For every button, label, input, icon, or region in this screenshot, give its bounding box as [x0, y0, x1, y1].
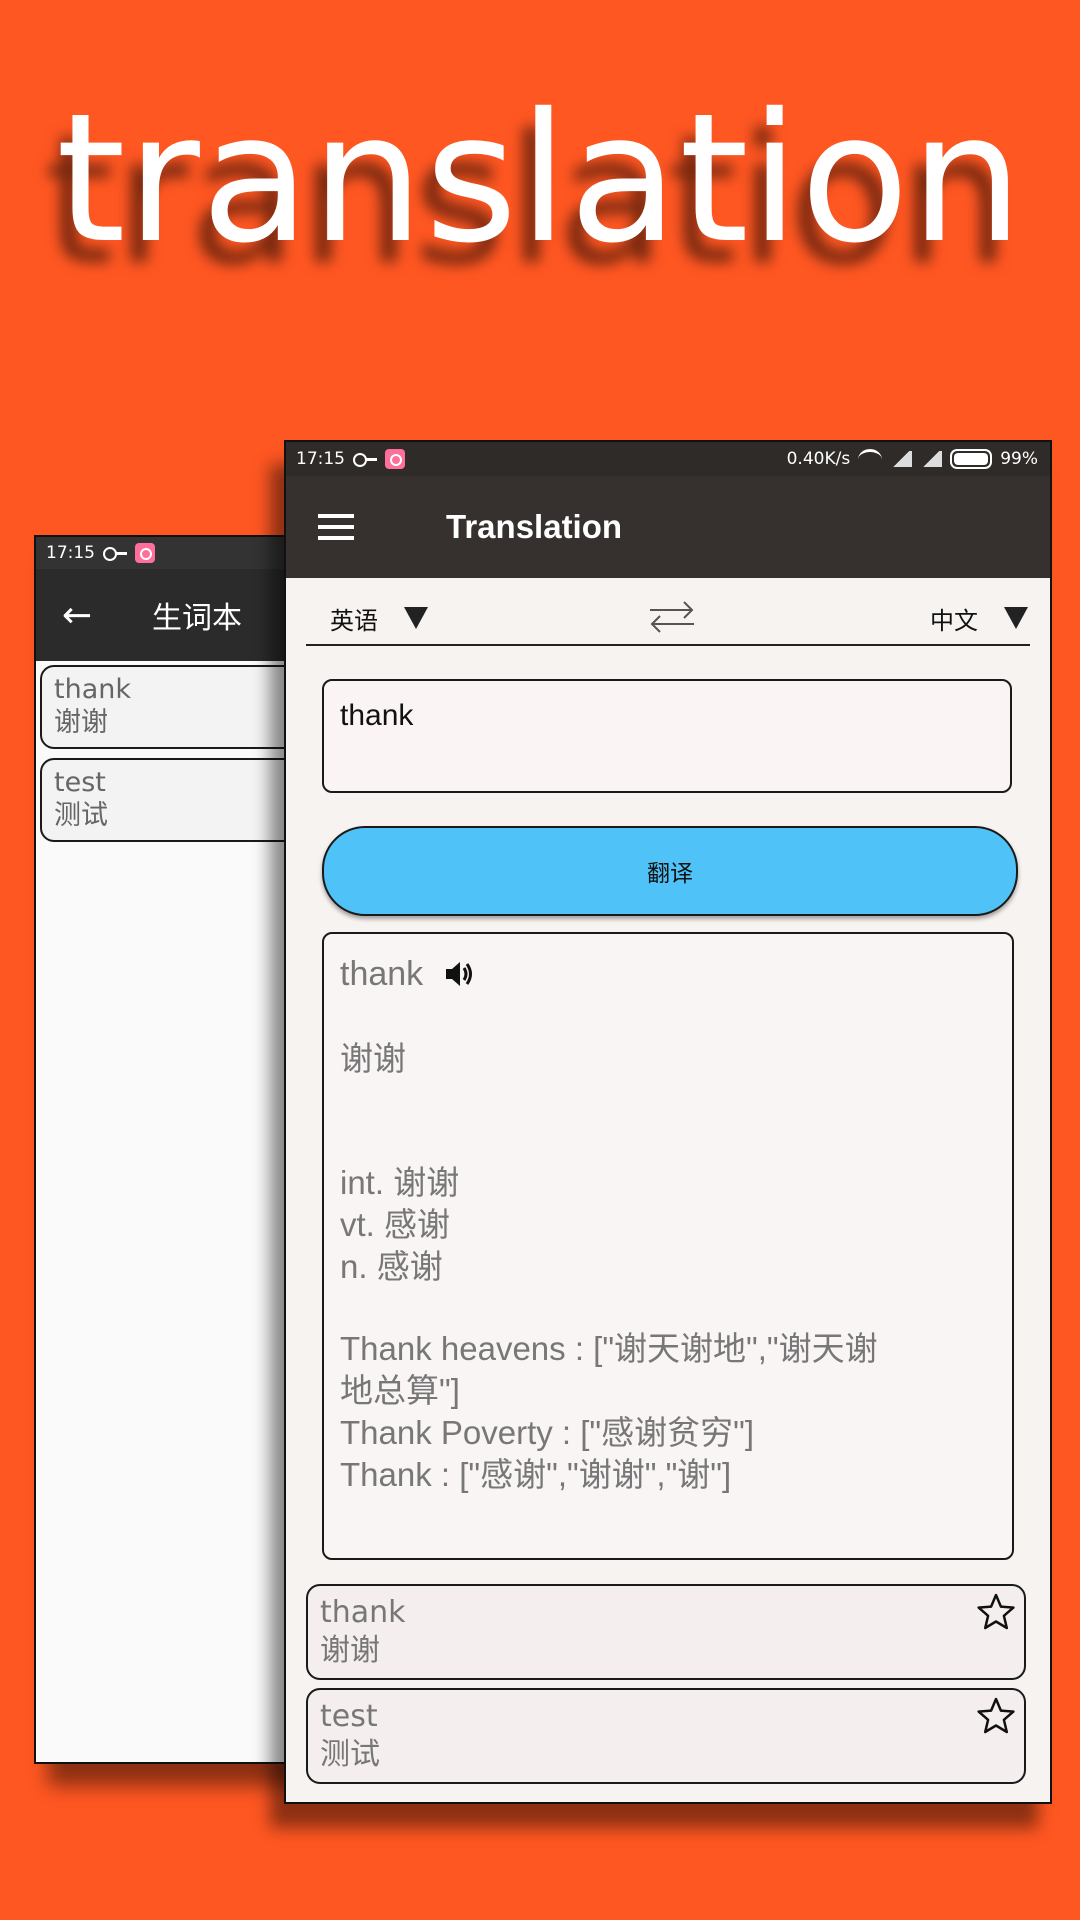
item-word: thank [320, 1595, 406, 1630]
status-time: 17:15 [296, 449, 345, 469]
definitions: int. 谢谢 vt. 感谢 n. 感谢 [340, 1162, 996, 1288]
item-word: test [320, 1699, 378, 1734]
translate-button[interactable]: 翻译 [322, 826, 1018, 916]
page-title: Translation [446, 508, 623, 545]
definition-line: n. 感谢 [340, 1248, 443, 1285]
definition-line: vt. 感谢 [340, 1206, 451, 1243]
phrase-line: Thank : ["感谢","谢谢","谢"] [340, 1456, 732, 1493]
item-meaning: 测试 [320, 1737, 380, 1772]
dropdown-triangle-icon[interactable] [404, 607, 428, 629]
key-icon [103, 547, 127, 561]
phrase-line: Thank Poverty : ["感谢贫穷"] [340, 1414, 755, 1451]
language-selector-row: 英语 中文 [306, 592, 1030, 646]
result-word: thank [340, 954, 424, 993]
star-icon[interactable] [976, 1696, 1016, 1736]
star-icon[interactable] [976, 1592, 1016, 1632]
app-badge-icon [135, 543, 155, 563]
translation-screen: 17:15 0.40K/s 99% Translation 英语 中文 than… [284, 440, 1052, 1804]
battery-level: 99% [1000, 449, 1038, 469]
item-meaning: 谢谢 [320, 1633, 380, 1668]
status-bar: 17:15 0.40K/s 99% [286, 442, 1050, 476]
list-item[interactable]: test 测试 [306, 1688, 1026, 1784]
source-text-input[interactable]: thank [322, 679, 1012, 793]
battery-icon [950, 449, 993, 469]
toolbar: Translation [286, 476, 1050, 578]
key-icon [353, 453, 377, 467]
history-list: thank 谢谢 test 测试 [306, 1584, 1026, 1792]
hero-title: translation [55, 75, 1025, 282]
network-speed: 0.40K/s [786, 449, 851, 469]
definition-line: int. 谢谢 [340, 1164, 460, 1201]
wifi-icon [858, 448, 883, 470]
menu-icon[interactable] [318, 514, 354, 540]
list-item[interactable]: thank 谢谢 [306, 1584, 1026, 1680]
signal-icon [890, 451, 913, 467]
phrase-line: Thank heavens : ["谢天谢地","谢天谢地总算"] [340, 1330, 878, 1409]
app-badge-icon [385, 449, 405, 469]
result-translation: 谢谢 [340, 1040, 406, 1077]
page-title: 生词本 [152, 601, 242, 636]
result-panel: thank 谢谢 int. 谢谢 vt. 感谢 n. 感谢 Thank heav… [322, 932, 1014, 1560]
target-language[interactable]: 中文 [930, 601, 978, 636]
speaker-icon[interactable] [443, 958, 475, 990]
swap-languages-icon[interactable] [644, 596, 700, 636]
status-time: 17:15 [46, 543, 95, 563]
back-arrow-icon[interactable]: ← [62, 595, 102, 636]
signal-icon [920, 451, 943, 467]
source-language[interactable]: 英语 [330, 601, 378, 636]
dropdown-triangle-icon[interactable] [1004, 607, 1028, 629]
phrases: Thank heavens : ["谢天谢地","谢天谢地总算"] Thank … [340, 1328, 900, 1496]
